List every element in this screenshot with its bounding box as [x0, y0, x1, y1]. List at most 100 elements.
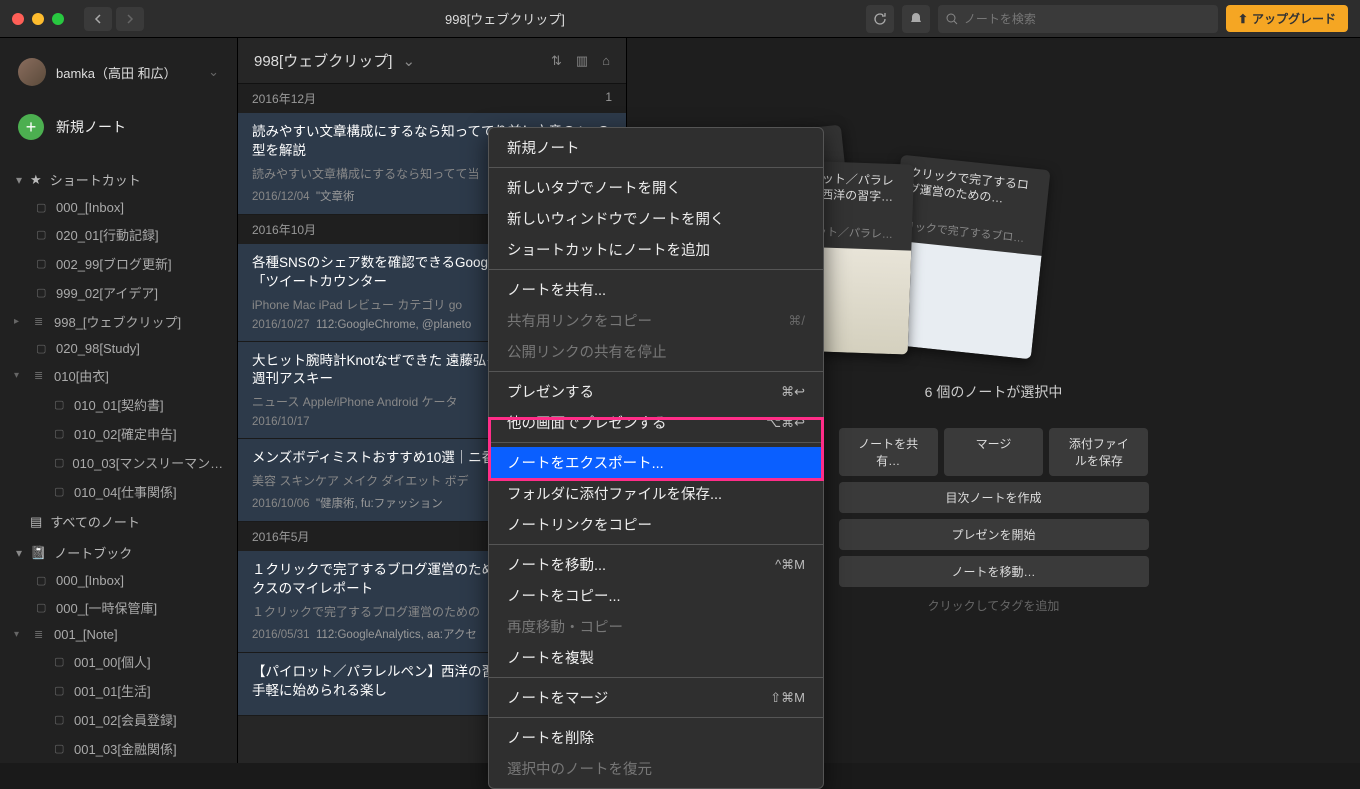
sidebar-all-notes[interactable]: ▤ すべてのノート: [0, 506, 237, 537]
close-window-button[interactable]: [12, 13, 24, 25]
sidebar-item[interactable]: ▢002_99[ブログ更新]: [0, 249, 237, 278]
context-menu-item[interactable]: ノートを共有...: [489, 274, 823, 305]
menu-separator: [489, 544, 823, 545]
menu-item-label: 新規ノート: [507, 137, 580, 158]
sidebar-item[interactable]: ▢020_98[Study]: [0, 336, 237, 361]
sidebar-shortcuts-header[interactable]: ▾ ★ ショートカット: [0, 164, 237, 195]
sidebar-item[interactable]: ▢010_04[仕事関係]: [0, 477, 237, 506]
note-icon: ▢: [36, 228, 48, 241]
context-menu-item[interactable]: 新規ノート: [489, 132, 823, 163]
save-attachments-button[interactable]: 添付ファイルを保存: [1049, 428, 1148, 476]
username: bamka（高田 和広）: [56, 63, 198, 82]
menu-item-label: ノートを共有...: [507, 279, 606, 300]
menu-separator: [489, 371, 823, 372]
sidebar-item[interactable]: ▢001_02[会員登録]: [0, 705, 237, 734]
account-menu[interactable]: bamka（高田 和広） ⌄: [0, 50, 237, 94]
start-presentation-button[interactable]: プレゼンを開始: [839, 519, 1149, 550]
sidebar-item-yui[interactable]: ▾≣010[由衣]: [0, 361, 237, 390]
maximize-window-button[interactable]: [52, 13, 64, 25]
sync-button[interactable]: [866, 5, 894, 33]
context-menu-item[interactable]: 新しいウィンドウでノートを開く: [489, 203, 823, 234]
context-menu-item: 再度移動・コピー: [489, 611, 823, 642]
context-menu-item: 共有用リンクをコピー⌘/: [489, 305, 823, 336]
sidebar-item[interactable]: ▢000_[Inbox]: [0, 568, 237, 593]
note-icon: ▢: [36, 601, 48, 614]
menu-item-label: ショートカットにノートを追加: [507, 239, 710, 260]
filter-icon[interactable]: ⌂: [602, 53, 610, 69]
sidebar-item[interactable]: ▢001_01[生活]: [0, 676, 237, 705]
context-menu-item[interactable]: ノートをマージ⇧⌘M: [489, 682, 823, 713]
chevron-down-icon: ▾: [16, 546, 22, 560]
sidebar-item[interactable]: ▢020_01[行動記録]: [0, 220, 237, 249]
notifications-button[interactable]: [902, 5, 930, 33]
create-toc-button[interactable]: 目次ノートを作成: [839, 482, 1149, 513]
context-menu-item[interactable]: プレゼンする ⌘↩: [489, 376, 823, 407]
star-icon: ★: [30, 172, 42, 188]
context-menu-item[interactable]: ノートを複製: [489, 642, 823, 673]
plus-icon: +: [18, 114, 44, 140]
menu-item-label: プレゼンする: [507, 381, 594, 402]
forward-button[interactable]: [116, 7, 144, 31]
note-icon: ▢: [54, 655, 66, 668]
menu-separator: [489, 442, 823, 443]
upgrade-button[interactable]: ⬆ アップグレード: [1226, 5, 1348, 32]
context-menu-item[interactable]: 新しいタブでノートを開く: [489, 172, 823, 203]
back-button[interactable]: [84, 7, 112, 31]
search-box[interactable]: [938, 5, 1218, 33]
sidebar-item[interactable]: ▸≣998_[ウェブクリップ]: [0, 307, 237, 336]
chevron-down-icon: ⌄: [403, 53, 416, 70]
context-menu-item[interactable]: ショートカットにノートを追加: [489, 234, 823, 265]
context-menu-item[interactable]: 他の画面でプレゼンする⌥⌘↩: [489, 407, 823, 438]
note-icon: ▢: [54, 713, 66, 726]
new-note-button[interactable]: + 新規ノート: [0, 104, 237, 150]
sidebar-notebooks-header[interactable]: ▾ 📓 ノートブック: [0, 537, 237, 568]
sidebar-item[interactable]: ▢000_[Inbox]: [0, 195, 237, 220]
note-icon: ▢: [36, 201, 48, 214]
search-input[interactable]: [964, 12, 1210, 26]
sidebar: bamka（高田 和広） ⌄ + 新規ノート ▾ ★ ショートカット ▢000_…: [0, 38, 238, 763]
note-icon: ▢: [54, 485, 66, 498]
sidebar-item[interactable]: ▢010_03[マンスリーマン…: [0, 448, 237, 477]
menu-item-label: 共有用リンクをコピー: [507, 310, 652, 331]
note-icon: ▢: [54, 427, 66, 440]
shortcuts-label: ショートカット: [50, 170, 141, 189]
minimize-window-button[interactable]: [32, 13, 44, 25]
sidebar-item[interactable]: ▢000_[一時保管庫]: [0, 593, 237, 622]
sidebar-item[interactable]: ▢001_03[金融関係]: [0, 734, 237, 763]
context-menu-item: 選択中のノートを復元: [489, 753, 823, 784]
notebook-label: ノートブック: [54, 543, 132, 562]
menu-item-shortcut: ^⌘M: [775, 557, 805, 573]
sidebar-item-note[interactable]: ▾≣001_[Note]: [0, 622, 237, 647]
menu-item-shortcut: ⌘↩: [781, 384, 805, 400]
sidebar-item[interactable]: ▢999_02[アイデア]: [0, 278, 237, 307]
move-notes-button[interactable]: ノートを移動…: [839, 556, 1149, 587]
all-notes-label: すべてのノート: [50, 512, 140, 531]
note-icon: ▢: [54, 456, 64, 469]
menu-item-label: 新しいウィンドウでノートを開く: [507, 208, 725, 229]
context-menu-item[interactable]: ノートを移動...^⌘M: [489, 549, 823, 580]
context-menu-item[interactable]: ノートリンクをコピー: [489, 509, 823, 540]
note-list-title[interactable]: 998[ウェブクリップ] ⌄: [254, 50, 551, 71]
menu-separator: [489, 167, 823, 168]
note-icon: ▢: [54, 684, 66, 697]
context-menu-item[interactable]: フォルダに添付ファイルを保存...: [489, 478, 823, 509]
sidebar-item[interactable]: ▢001_00[個人]: [0, 647, 237, 676]
view-icon[interactable]: ▥: [576, 53, 588, 69]
menu-item-label: 新しいタブでノートを開く: [507, 177, 681, 198]
note-icon: ▢: [36, 574, 48, 587]
context-menu-item[interactable]: ノートをコピー...: [489, 580, 823, 611]
share-notes-button[interactable]: ノートを共有…: [839, 428, 938, 476]
sort-icon[interactable]: ⇅: [551, 53, 562, 69]
menu-item-label: 選択中のノートを復元: [507, 758, 652, 779]
menu-item-label: ノートをエクスポート...: [507, 452, 664, 473]
merge-button[interactable]: マージ: [944, 428, 1043, 476]
context-menu-item[interactable]: ノートをエクスポート...: [489, 447, 823, 478]
notes-icon: ▤: [30, 514, 42, 530]
sidebar-item[interactable]: ▢010_02[確定申告]: [0, 419, 237, 448]
context-menu-item[interactable]: ノートを削除: [489, 722, 823, 753]
sidebar-item[interactable]: ▢010_01[契約書]: [0, 390, 237, 419]
context-menu-item: 公開リンクの共有を停止: [489, 336, 823, 367]
chevron-down-icon: ⌄: [208, 64, 219, 80]
note-icon: ▢: [36, 286, 48, 299]
note-icon: ▢: [36, 342, 48, 355]
